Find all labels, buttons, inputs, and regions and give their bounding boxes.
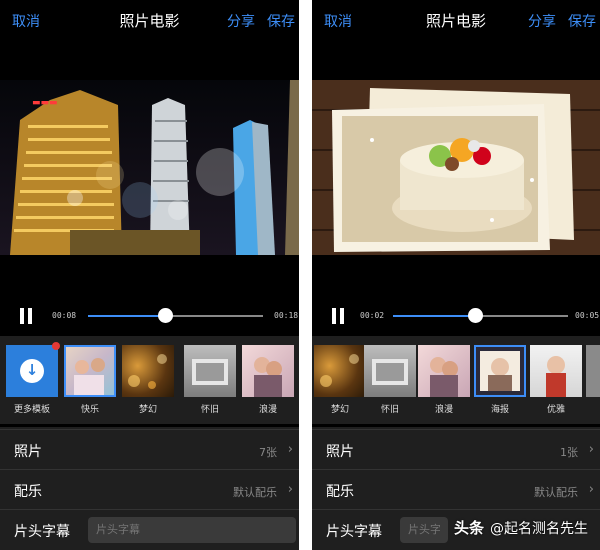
video-preview[interactable] — [312, 80, 600, 255]
template-nostalgic[interactable]: 怀旧 — [184, 345, 236, 415]
page-title: 照片电影 — [425, 12, 486, 30]
template-label: 快乐 — [80, 405, 99, 415]
right-phone-screen: 取消 照片电影 分享 保存 00:02 00:05 梦幻 怀旧 浪漫 海报 优雅… — [312, 0, 600, 550]
template-next[interactable] — [586, 345, 600, 397]
navbar: 取消 照片电影 分享 保存 — [0, 0, 299, 40]
progress-slider[interactable] — [88, 308, 263, 323]
template-dreamy[interactable]: 梦幻 — [314, 345, 366, 415]
playback-bar: 00:02 00:05 — [312, 300, 600, 332]
pause-icon[interactable] — [330, 308, 346, 324]
photos-count: 1张 — [560, 446, 578, 459]
template-thumbnail — [314, 345, 366, 397]
watermark-text: @起名测名先生 — [490, 521, 588, 537]
navbar: 取消 照片电影 分享 保存 — [312, 0, 600, 40]
template-romantic[interactable]: 浪漫 — [242, 345, 294, 415]
template-thumbnail — [64, 345, 116, 397]
share-button[interactable]: 分享 — [227, 11, 255, 31]
pause-icon[interactable] — [18, 308, 34, 324]
template-dreamy[interactable]: 梦幻 — [122, 345, 174, 415]
svg-text:▬▬▬: ▬▬▬ — [32, 98, 58, 108]
title-label: 片头字幕 — [14, 524, 70, 540]
template-thumbnail — [184, 345, 236, 397]
share-button[interactable]: 分享 — [528, 11, 556, 31]
template-strip: 更多模板 快乐 梦幻 怀旧 浪漫 — [0, 336, 299, 424]
template-label: 更多模板 — [13, 405, 50, 415]
progress-slider[interactable] — [393, 308, 568, 323]
total-time: 00:18 — [274, 311, 299, 320]
watermark-logo: 头条 — [453, 519, 484, 537]
download-icon — [20, 359, 44, 383]
watermark: 头条 @起名测名先生 — [454, 517, 588, 538]
music-label: 配乐 — [326, 484, 354, 500]
template-label: 怀旧 — [380, 405, 399, 415]
music-value: 默认配乐 — [534, 486, 578, 499]
title-input[interactable] — [400, 517, 448, 543]
template-label: 怀旧 — [200, 405, 219, 415]
template-label: 浪漫 — [258, 405, 277, 415]
template-thumbnail — [242, 345, 294, 397]
chevron-right-icon: › — [287, 442, 293, 457]
slider-thumb[interactable] — [158, 308, 173, 323]
photos-label: 照片 — [14, 444, 42, 460]
template-label: 梦幻 — [138, 405, 157, 415]
title-label: 片头字幕 — [326, 524, 382, 540]
template-thumbnail — [530, 345, 582, 397]
video-preview[interactable]: ▬▬▬ — [0, 80, 299, 255]
playback-bar: 00:08 00:18 — [0, 300, 299, 332]
photos-row[interactable]: 照片 7张 › — [0, 429, 299, 469]
template-thumbnail — [418, 345, 470, 397]
chevron-right-icon: › — [588, 442, 594, 457]
night-city-image: ▬▬▬ — [0, 80, 299, 255]
slider-thumb[interactable] — [468, 308, 484, 323]
template-thumbnail — [122, 345, 174, 397]
template-label: 梦幻 — [330, 405, 349, 415]
left-phone-screen: 取消 照片电影 分享 保存 ▬▬▬ 00:08 00:18 ↓ 更多模板 快乐 … — [0, 0, 299, 550]
template-label: 浪漫 — [434, 405, 453, 415]
current-time: 00:08 — [52, 311, 77, 320]
photos-label: 照片 — [326, 444, 354, 460]
template-poster[interactable]: 海报 — [474, 345, 526, 415]
photos-count: 7张 — [259, 446, 277, 459]
music-value: 默认配乐 — [233, 486, 277, 499]
progress-fill — [88, 315, 165, 317]
settings-panel: 照片 7张 › 配乐 默认配乐 › 片头字幕 — [0, 427, 299, 550]
divider — [299, 0, 312, 550]
template-romantic[interactable]: 浪漫 — [418, 345, 470, 415]
template-happy[interactable]: 快乐 — [64, 345, 116, 415]
total-time: 00:05 — [575, 311, 600, 320]
save-button[interactable]: 保存 — [267, 11, 295, 31]
music-row[interactable]: 配乐 默认配乐 › — [0, 469, 299, 509]
template-elegant[interactable]: 优雅 — [530, 345, 582, 415]
music-row[interactable]: 配乐 默认配乐 › — [312, 469, 600, 509]
template-thumbnail — [474, 345, 526, 397]
template-nostalgic[interactable]: 怀旧 — [364, 345, 416, 415]
new-badge-dot — [52, 342, 60, 350]
template-thumbnail — [586, 345, 600, 397]
save-button[interactable]: 保存 — [568, 11, 596, 31]
progress-fill — [393, 315, 476, 317]
template-label: 海报 — [490, 405, 509, 415]
current-time: 00:02 — [360, 311, 385, 320]
title-input[interactable] — [88, 517, 296, 543]
photos-row[interactable]: 照片 1张 › — [312, 429, 600, 469]
chevron-right-icon: › — [588, 482, 594, 497]
chevron-right-icon: › — [287, 482, 293, 497]
template-label: 优雅 — [546, 405, 565, 415]
template-strip: 梦幻 怀旧 浪漫 海报 优雅 — [312, 336, 600, 424]
more-templates-button[interactable]: 更多模板 — [6, 345, 58, 415]
template-thumbnail — [364, 345, 416, 397]
dessert-photo-image — [312, 80, 600, 255]
music-label: 配乐 — [14, 484, 42, 500]
